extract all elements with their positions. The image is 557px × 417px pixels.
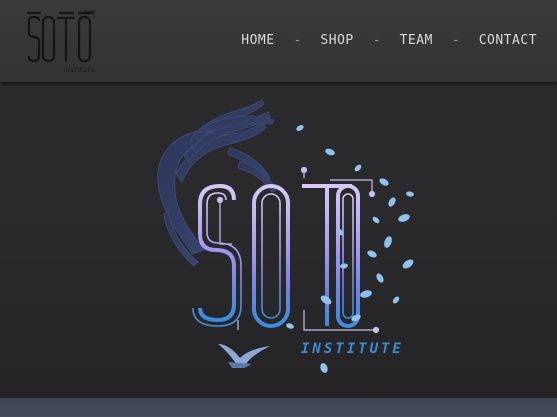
site-header: INSTITUTE HOME - SHOP - TEAM - CONTACT (0, 0, 557, 82)
hero-letter-s (192, 183, 242, 327)
logo-mark-icon (26, 10, 96, 63)
hero-subtitle: INSTITUTE (301, 341, 404, 357)
tree-illustration (157, 99, 277, 267)
nav-team-link[interactable]: TEAM (400, 33, 433, 48)
nav-home-link[interactable]: HOME (241, 33, 274, 48)
main-nav: HOME - SHOP - TEAM - CONTACT (241, 33, 537, 48)
bird-icon (218, 344, 270, 368)
hero-letter-o (252, 173, 290, 328)
hero-logo-illustration (157, 99, 414, 373)
nav-separator: - (372, 33, 381, 48)
footer-strip (0, 398, 557, 417)
nav-shop-link[interactable]: SHOP (320, 33, 353, 48)
hero-letter-o-second (336, 184, 360, 328)
nav-separator: - (451, 33, 460, 48)
page: INSTITUTE HOME - SHOP - TEAM - CONTACT I… (0, 0, 557, 417)
falling-leaves (286, 125, 414, 373)
hero-section: INSTITUTE (0, 82, 557, 398)
header-logo[interactable]: INSTITUTE (24, 10, 98, 76)
nav-contact-link[interactable]: CONTACT (479, 33, 537, 48)
nav-separator: - (293, 33, 302, 48)
logo-subtext: INSTITUTE (64, 68, 95, 74)
